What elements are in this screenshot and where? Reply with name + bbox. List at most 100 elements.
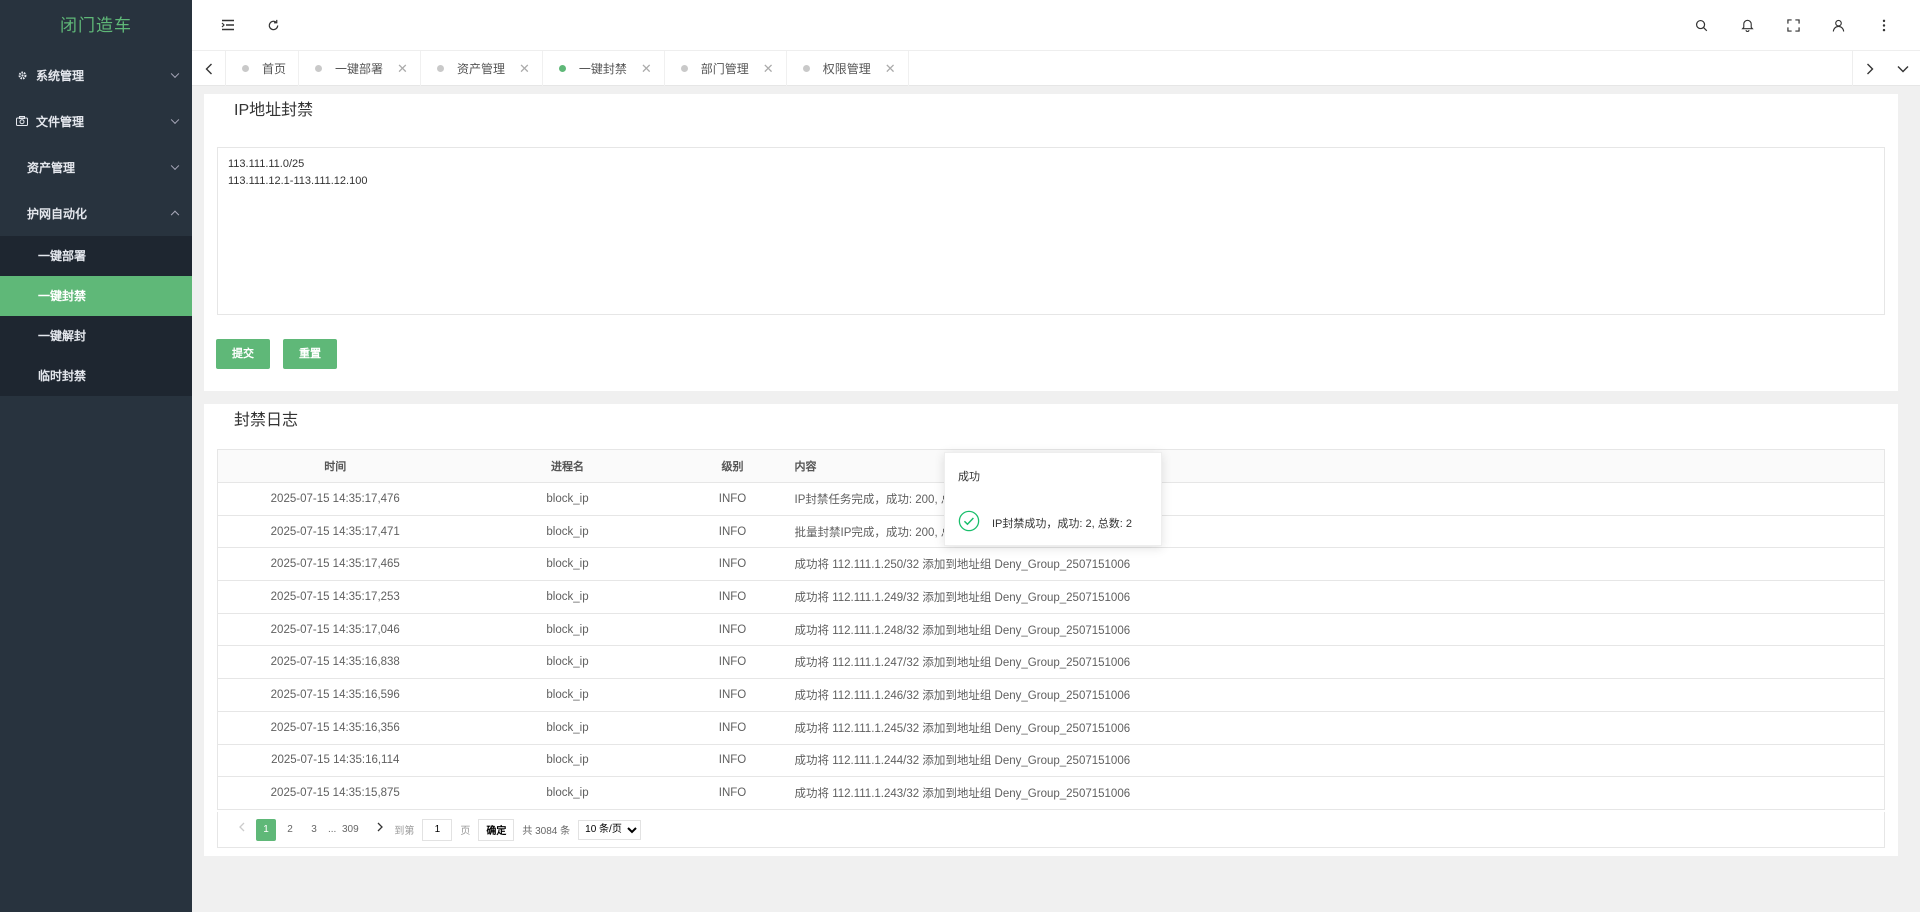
tab-status-dot — [242, 65, 249, 72]
tab-block[interactable]: 一键封禁 ✕ — [543, 51, 665, 86]
tab-list: 首页 一键部署 ✕ 资产管理 ✕ 一键封禁 ✕ 部门管理 ✕ 权限管理 ✕ — [226, 51, 909, 86]
tab-permissions[interactable]: 权限管理 ✕ — [787, 51, 909, 86]
cell-level: INFO — [682, 515, 783, 549]
close-icon[interactable]: ✕ — [397, 61, 408, 77]
sidebar-subitem-unblock[interactable]: 一键解封 — [0, 316, 192, 356]
cell-content: 成功将 112.111.1.245/32 添加到地址组 Deny_Group_2… — [782, 711, 1885, 745]
sidebar-item-label: 文件管理 — [36, 114, 85, 129]
sidebar-item-hw-automation[interactable]: 护网自动化 — [0, 190, 192, 236]
camera-icon — [16, 115, 28, 127]
cell-process: block_ip — [452, 776, 683, 810]
close-icon[interactable]: ✕ — [519, 61, 530, 77]
cell-time: 2025-07-15 14:35:16,356 — [217, 711, 453, 745]
sidebar-item-label: 系统管理 — [36, 68, 85, 83]
sidebar-subitem-temp-block[interactable]: 临时封禁 — [0, 356, 192, 396]
user-icon[interactable] — [1829, 16, 1847, 34]
sidebar-item-system[interactable]: 系统管理 — [0, 52, 192, 98]
chevron-down-icon — [170, 69, 180, 79]
column-header-level[interactable]: 级别 — [682, 449, 783, 483]
submit-button[interactable]: 提交 — [216, 339, 270, 369]
table-row[interactable]: 2025-07-15 14:35:16,356 block_ip INFO 成功将 1… — [217, 711, 1885, 745]
cell-content: 成功将 112.111.1.247/32 添加到地址组 Deny_Group_2… — [782, 645, 1885, 680]
cell-time: 2025-07-15 14:35:16,838 — [217, 645, 453, 680]
table-row[interactable]: 2025-07-15 14:35:16,596 block_ip INFO 成功将 1… — [217, 678, 1885, 712]
table-row[interactable]: 2025-07-15 14:35:16,114 block_ip INFO 成功将 1… — [217, 744, 1885, 778]
column-header-process[interactable]: 进程名 — [452, 449, 683, 483]
tab-menu-dropdown-icon[interactable] — [1886, 51, 1920, 86]
cell-process: block_ip — [452, 678, 683, 712]
tab-status-dot — [315, 65, 323, 72]
table-row[interactable]: 2025-07-15 14:35:17,465 block_ip INFO 成功将 1… — [217, 547, 1885, 582]
table-row[interactable]: 2025-07-15 14:35:16,838 block_ip INFO 成功将 1… — [217, 645, 1885, 680]
cell-level: INFO — [682, 482, 783, 516]
chevron-down-icon — [170, 161, 180, 171]
prev-page-icon[interactable] — [232, 819, 252, 841]
cell-time: 2025-07-15 14:35:17,046 — [217, 613, 453, 647]
tab-departments[interactable]: 部门管理 ✕ — [665, 51, 787, 86]
tab-status-dot — [802, 65, 810, 72]
page-button-2[interactable]: 2 — [280, 819, 300, 841]
more-vertical-icon[interactable] — [1875, 16, 1893, 34]
cell-content: 成功将 112.111.1.243/32 添加到地址组 Deny_Group_2… — [782, 776, 1885, 810]
table-row[interactable]: 2025-07-15 14:35:17,046 block_ip INFO 成功将 1… — [217, 613, 1885, 647]
tab-home[interactable]: 首页 — [226, 51, 300, 86]
page-button-1[interactable]: 1 — [256, 818, 276, 841]
tab-deploy[interactable]: 一键部署 ✕ — [299, 51, 421, 86]
cell-process: block_ip — [452, 645, 683, 680]
close-icon[interactable]: ✕ — [885, 61, 896, 77]
cell-level: INFO — [682, 547, 783, 582]
next-page-icon[interactable] — [370, 819, 390, 841]
page-size-select[interactable]: 10 条/页 — [578, 819, 642, 840]
chevron-up-icon — [170, 210, 180, 220]
tab-status-dot — [680, 65, 688, 72]
cell-content: 成功将 112.111.1.246/32 添加到地址组 Deny_Group_2… — [782, 678, 1885, 712]
page-button-last[interactable]: 309 — [340, 819, 360, 841]
menu-collapse-icon[interactable] — [219, 16, 237, 34]
cell-content: 成功将 112.111.1.249/32 添加到地址组 Deny_Group_2… — [782, 580, 1885, 614]
close-icon[interactable]: ✕ — [641, 61, 652, 77]
cell-process: block_ip — [452, 482, 683, 516]
tab-label: 权限管理 — [822, 62, 871, 76]
sidebar-subitem-deploy[interactable]: 一键部署 — [0, 236, 192, 276]
tab-label: 部门管理 — [700, 62, 749, 76]
refresh-icon[interactable] — [264, 16, 282, 34]
cell-level: INFO — [682, 776, 783, 810]
notification-message: IP封禁成功，成功: 2, 总数: 2 — [992, 518, 1132, 530]
cell-time: 2025-07-15 14:35:16,114 — [217, 744, 453, 778]
goto-page-input[interactable] — [422, 818, 453, 841]
success-notification: 成功 IP封禁成功，成功: 2, 总数: 2 — [944, 452, 1162, 546]
cell-content: 成功将 112.111.1.248/32 添加到地址组 Deny_Group_2… — [782, 613, 1885, 647]
cell-level: INFO — [682, 645, 783, 680]
bell-icon[interactable] — [1738, 16, 1756, 34]
ip-block-title: IP地址封禁 — [230, 96, 318, 120]
total-count: 共 3084 条 — [522, 826, 571, 837]
fullscreen-icon[interactable] — [1784, 16, 1802, 34]
sidebar-subitem-block[interactable]: 一键封禁 — [0, 276, 192, 316]
page-button-3[interactable]: 3 — [304, 819, 324, 841]
reset-button[interactable]: 重置 — [283, 339, 337, 369]
column-header-time[interactable]: 时间 — [217, 449, 453, 483]
cell-time: 2025-07-15 14:35:17,465 — [217, 547, 453, 582]
search-icon[interactable] — [1692, 16, 1710, 34]
tab-assets[interactable]: 资产管理 ✕ — [421, 51, 543, 86]
app-logo: 闭门造车 — [60, 16, 132, 35]
cell-level: INFO — [682, 580, 783, 614]
tab-label: 资产管理 — [456, 62, 505, 76]
cell-process: block_ip — [452, 580, 683, 614]
close-icon[interactable]: ✕ — [763, 61, 774, 77]
tab-scroll-right-icon[interactable] — [1852, 51, 1886, 86]
page-unit-label: 页 — [460, 826, 471, 837]
tab-scroll-left-icon[interactable] — [192, 51, 226, 86]
sidebar-item-files[interactable]: 文件管理 — [0, 98, 192, 144]
cell-time: 2025-07-15 14:35:17,476 — [217, 482, 453, 516]
cell-process: block_ip — [452, 547, 683, 582]
ip-address-textarea[interactable] — [217, 147, 1885, 315]
sidebar-item-label: 资产管理 — [27, 160, 76, 175]
table-row[interactable]: 2025-07-15 14:35:15,875 block_ip INFO 成功将 1… — [217, 776, 1885, 810]
table-row[interactable]: 2025-07-15 14:35:17,253 block_ip INFO 成功将 1… — [217, 580, 1885, 614]
tab-status-dot — [436, 65, 444, 72]
goto-confirm-button[interactable]: 确定 — [478, 818, 515, 841]
cell-process: block_ip — [452, 711, 683, 745]
gear-icon — [16, 69, 28, 81]
sidebar-item-assets[interactable]: 资产管理 — [0, 144, 192, 190]
